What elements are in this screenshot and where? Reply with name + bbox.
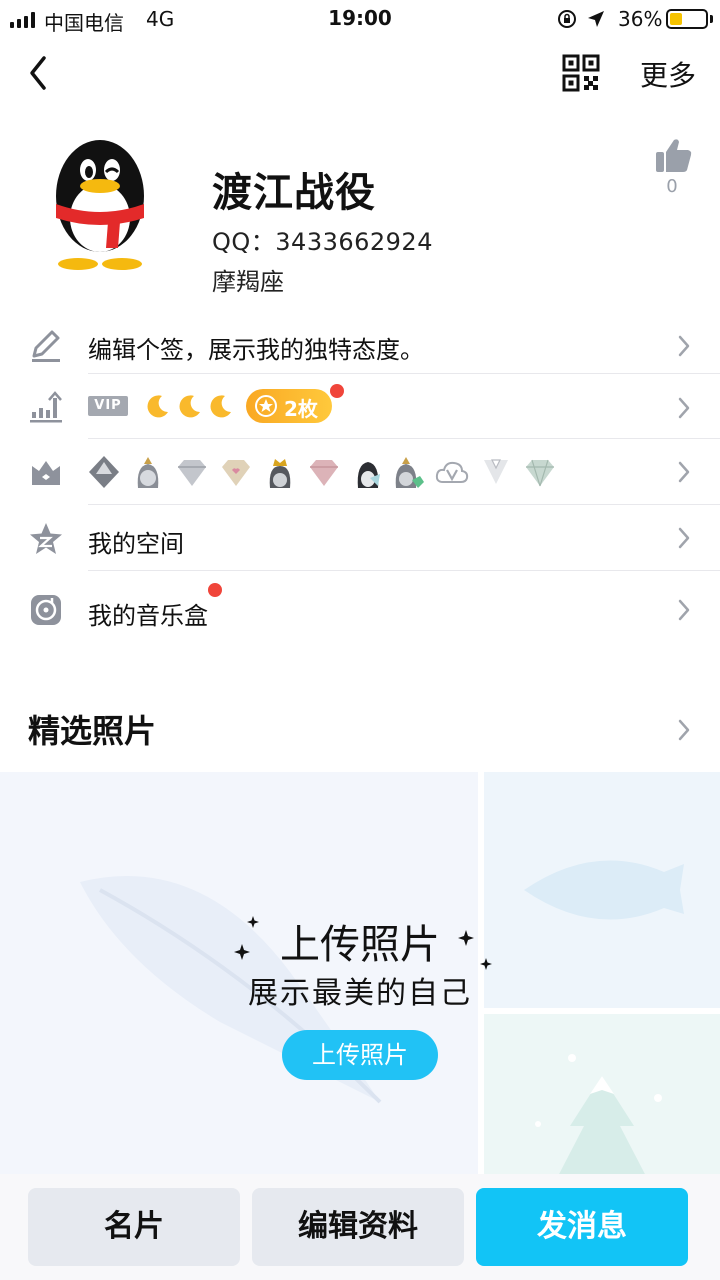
my-space-label: 我的空间 xyxy=(88,530,184,558)
music-disc-icon xyxy=(31,595,61,625)
crowned-penguin-medal-icon xyxy=(269,459,291,488)
notification-dot xyxy=(330,384,344,398)
edit-profile-button[interactable]: 编辑资料 xyxy=(252,1188,464,1266)
profile-name: 渡江战役 xyxy=(212,170,376,216)
more-button[interactable]: 更多 xyxy=(640,54,696,94)
edit-pencil-icon xyxy=(32,330,60,362)
music-box-label: 我的音乐盒 xyxy=(88,602,208,630)
qr-code-icon[interactable] xyxy=(562,54,600,92)
cloud-v-medal-icon xyxy=(435,461,469,483)
pink-diamond-medal-icon xyxy=(310,460,338,486)
chevron-right-icon xyxy=(678,527,690,549)
upload-title: 上传照片 xyxy=(280,922,440,968)
avatar[interactable] xyxy=(48,138,152,272)
heart-diamond-medal-icon xyxy=(222,460,250,486)
notification-dot xyxy=(208,583,222,597)
diamond-medal-icon xyxy=(178,460,206,486)
like-count: 0 xyxy=(666,176,678,197)
status-bar: 中国电信 4G 19:00 36% xyxy=(0,0,720,40)
green-diamond-medal-icon xyxy=(526,459,554,487)
penguin-gem-medal-icon xyxy=(357,462,380,488)
vip-tag: VIP xyxy=(88,396,128,416)
moon-icon xyxy=(210,395,231,418)
battery-cap xyxy=(710,15,713,23)
chevron-right-icon xyxy=(678,599,690,621)
chevron-right-icon xyxy=(678,335,690,357)
green-gem-penguin-medal-icon xyxy=(395,457,424,488)
zodiac-label: 摩羯座 xyxy=(212,268,284,296)
star-badge-icon xyxy=(255,395,277,417)
crown-icon xyxy=(32,461,60,485)
moon-icon xyxy=(147,395,168,418)
music-box-row[interactable]: 我的音乐盒 xyxy=(0,571,720,647)
penguin-medal-icon xyxy=(137,457,159,488)
chevron-right-icon xyxy=(678,461,690,483)
location-icon xyxy=(588,11,604,27)
qq-number: QQ：3433662924 xyxy=(212,228,433,256)
section-title: 精选照片 xyxy=(28,712,157,750)
mountain-medal-icon xyxy=(89,456,119,488)
battery-fill xyxy=(670,13,682,25)
battery-icon xyxy=(666,9,708,29)
signature-text: 编辑个签，展示我的独特态度。 xyxy=(88,336,424,364)
badge-count: 2枚 xyxy=(284,397,318,421)
orientation-lock-icon xyxy=(558,10,576,28)
chevron-right-icon[interactable] xyxy=(676,718,692,742)
battery-percent: 36% xyxy=(618,7,663,31)
send-message-button[interactable]: 发消息 xyxy=(476,1188,688,1266)
chevron-right-icon xyxy=(678,397,690,419)
tree-illustration xyxy=(535,1054,662,1180)
my-space-row[interactable]: 我的空间 xyxy=(0,505,720,571)
bottom-action-bar: 名片 编辑资料 发消息 xyxy=(0,1174,720,1280)
badge-count-pill[interactable]: 2枚 xyxy=(246,389,332,423)
clock: 19:00 xyxy=(328,6,392,30)
photo-placeholder-bottom-right[interactable] xyxy=(484,1014,720,1180)
level-chart-icon xyxy=(30,391,62,423)
card-button[interactable]: 名片 xyxy=(28,1188,240,1266)
moon-icon xyxy=(179,395,200,418)
thumbs-up-icon[interactable] xyxy=(650,136,694,176)
qzone-star-icon xyxy=(30,523,62,554)
signature-row[interactable]: 编辑个签，展示我的独特态度。 xyxy=(0,318,720,374)
upload-photo-button[interactable]: 上传照片 xyxy=(282,1030,438,1080)
upload-subtitle: 展示最美的自己 xyxy=(248,976,472,1011)
tuxedo-medal-icon xyxy=(484,459,508,484)
back-button[interactable] xyxy=(24,52,56,94)
